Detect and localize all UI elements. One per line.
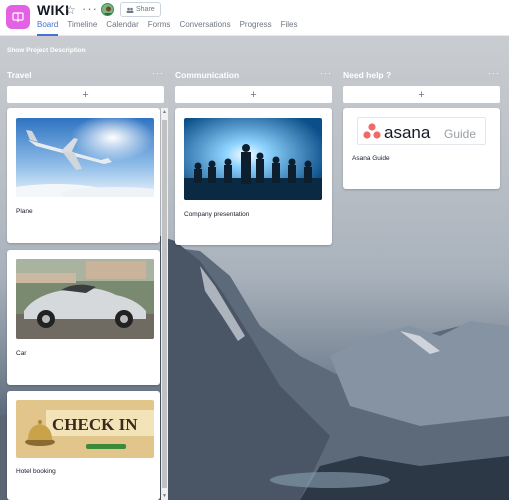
show-description-link[interactable]: Show Project Description (7, 47, 86, 54)
star-icon[interactable]: ☆ (65, 3, 76, 17)
plus-icon: + (418, 88, 425, 101)
column-more-icon[interactable]: ··· (488, 68, 500, 78)
share-icon (126, 7, 134, 13)
card-title: Plane (16, 208, 33, 215)
plane-image (16, 118, 154, 197)
task-card[interactable]: asana Guide Asana Guide (343, 108, 500, 189)
card-title: Company presentation (184, 211, 250, 218)
tab-conversations[interactable]: Conversations (179, 20, 230, 36)
column-more-icon[interactable]: ··· (320, 68, 332, 78)
add-task-button[interactable]: + (7, 86, 164, 103)
column-title-communication[interactable]: Communication (175, 70, 239, 80)
tab-bar: Board Timeline Calendar Forms Conversati… (37, 20, 306, 36)
column-title-need-help[interactable]: Need help ? (343, 70, 391, 80)
project-header: WIKI ☆ ··· Share Board Timeline Calendar… (0, 0, 509, 36)
car-image (16, 259, 154, 339)
card-title: Hotel booking (16, 468, 56, 475)
plus-icon: + (82, 88, 89, 101)
avatar[interactable] (101, 3, 114, 16)
project-icon[interactable] (6, 5, 30, 29)
add-task-button[interactable]: + (343, 86, 500, 103)
share-label: Share (136, 6, 155, 13)
tab-forms[interactable]: Forms (148, 20, 171, 36)
tab-progress[interactable]: Progress (240, 20, 272, 36)
task-card[interactable]: CHECK IN Hotel booking (7, 391, 160, 500)
scroll-up-icon[interactable]: ▲ (161, 109, 168, 115)
scrollbar-thumb[interactable] (162, 120, 167, 488)
guide-wordmark: Guide (444, 127, 476, 141)
scroll-down-icon[interactable]: ▼ (161, 493, 168, 499)
more-icon[interactable]: ··· (82, 1, 98, 16)
task-card[interactable]: Plane (7, 108, 160, 243)
asana-wordmark: asana (384, 123, 431, 142)
tab-files[interactable]: Files (281, 20, 298, 36)
check-in-sign-text: CHECK IN (52, 415, 138, 434)
task-card[interactable]: Car (7, 250, 160, 385)
column-title-travel[interactable]: Travel (7, 70, 32, 80)
tab-timeline[interactable]: Timeline (67, 20, 97, 36)
tab-calendar[interactable]: Calendar (106, 20, 138, 36)
tab-board[interactable]: Board (37, 20, 59, 36)
add-task-button[interactable]: + (175, 86, 332, 103)
plus-icon: + (250, 88, 257, 101)
hotel-image: CHECK IN (16, 400, 154, 458)
share-button[interactable]: Share (120, 2, 161, 17)
card-title: Asana Guide (352, 155, 390, 162)
asana-guide-logo: asana Guide (357, 117, 486, 145)
card-title: Car (16, 350, 27, 357)
task-card[interactable]: Company presentation (175, 108, 332, 245)
column-more-icon[interactable]: ··· (152, 68, 164, 78)
presentation-image (184, 118, 322, 200)
